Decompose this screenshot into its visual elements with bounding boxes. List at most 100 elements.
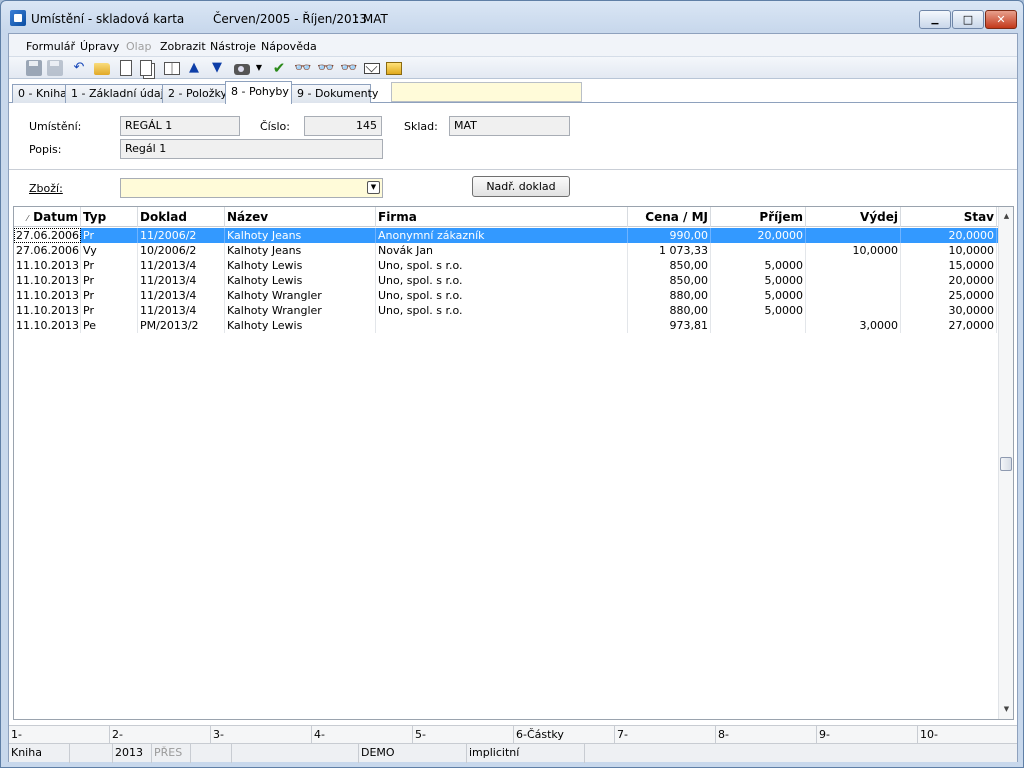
cell-prijem [711, 243, 806, 258]
zbozi-combobox[interactable]: ▼ [120, 178, 383, 198]
sklad-field[interactable]: MAT [449, 116, 570, 136]
copy-icon[interactable] [140, 60, 152, 76]
fkey-5[interactable]: 5- [413, 726, 514, 744]
new-document-icon[interactable] [120, 60, 132, 76]
table-row[interactable]: 11.10.2013 Pr 11/2013/4 Kalhoty Lewis Uno, s… [14, 258, 998, 273]
cell-vydej [806, 273, 901, 288]
table-row[interactable]: 11.10.2013 Pr 11/2013/4 Kalhoty Lewis Uno, s… [14, 273, 998, 288]
zbozi-label: Zboží: [29, 182, 63, 195]
tab-pohyby[interactable]: 8 - Pohyby [225, 81, 292, 104]
tab-kniha[interactable]: 0 - Kniha [12, 84, 67, 103]
status-empty-1 [70, 744, 113, 763]
fkey-9[interactable]: 9- [817, 726, 918, 744]
arrow-up-icon[interactable]: ▲ [186, 60, 202, 76]
status-profile: implicitní [467, 744, 585, 763]
tab-quick-input[interactable] [391, 82, 582, 102]
menu-bar: Formulář Úpravy Olap Zobrazit Nástroje N… [9, 34, 1017, 57]
camera-icon[interactable] [234, 64, 250, 75]
scroll-up-icon[interactable]: ▲ [999, 209, 1013, 224]
cell-doklad: 11/2013/4 [138, 258, 225, 273]
book-icon[interactable] [164, 62, 180, 75]
binoculars-prev-icon[interactable]: 👓 [340, 60, 357, 76]
fkey-3[interactable]: 3- [211, 726, 312, 744]
cislo-field[interactable]: 145 [304, 116, 382, 136]
tab-dokumenty[interactable]: 9 - Dokumenty [291, 84, 378, 103]
status-year: 2013 [113, 744, 152, 763]
cell-cena: 880,00 [628, 303, 711, 318]
menu-olap[interactable]: Olap [126, 40, 151, 53]
column-header-vydej[interactable]: Výdej [806, 207, 901, 227]
maximize-button[interactable]: □ [952, 10, 984, 29]
binoculars-next-icon[interactable]: 👓 [317, 60, 334, 76]
menu-nastroje[interactable]: Nástroje [210, 40, 256, 53]
cell-stav: 10,0000 [901, 243, 997, 258]
scroll-thumb[interactable] [1000, 457, 1012, 471]
arrow-down-icon[interactable]: ▼ [209, 60, 225, 76]
save-all-icon[interactable] [47, 60, 63, 76]
cell-cena: 850,00 [628, 273, 711, 288]
cell-stav: 30,0000 [901, 303, 997, 318]
cell-nazev: Kalhoty Wrangler [225, 288, 376, 303]
scroll-down-icon[interactable]: ▼ [999, 702, 1013, 717]
column-header-typ[interactable]: Typ [81, 207, 138, 227]
vertical-scrollbar[interactable]: ▲ ▼ [998, 207, 1013, 719]
window-title: Umístění - skladová karta [31, 12, 185, 26]
binoculars-icon[interactable]: 👓 [294, 60, 311, 76]
column-header-cena[interactable]: Cena / MJ [628, 207, 711, 227]
tab-polozky[interactable]: 2 - Položky [162, 84, 227, 103]
column-header-datum[interactable]: ⁄ Datum [14, 207, 81, 227]
menu-upravy[interactable]: Úpravy [80, 40, 119, 53]
fkey-2[interactable]: 2- [110, 726, 211, 744]
cell-nazev: Kalhoty Lewis [225, 258, 376, 273]
open-folder-icon[interactable] [94, 63, 110, 75]
cell-typ: Pr [81, 228, 138, 243]
popis-field[interactable]: Regál 1 [120, 139, 383, 159]
cell-typ: Pr [81, 273, 138, 288]
dropdown-arrow-icon[interactable]: ▼ [255, 60, 263, 76]
table-row[interactable]: 11.10.2013 Pr 11/2013/4 Kalhoty Wrangler Uno… [14, 288, 998, 303]
mail-icon[interactable] [364, 63, 380, 74]
cell-datum: 11.10.2013 [14, 273, 81, 288]
close-button[interactable]: ✕ [985, 10, 1017, 29]
movements-grid: ⁄ Datum Typ Doklad Název Firma Cena / MJ … [13, 206, 1014, 720]
cell-typ: Pr [81, 258, 138, 273]
cell-cena: 973,81 [628, 318, 711, 333]
table-row[interactable]: 11.10.2013 Pe PM/2013/2 Kalhoty Lewis 973,81… [14, 318, 998, 333]
menu-formular[interactable]: Formulář [26, 40, 75, 53]
title-bar[interactable]: Umístění - skladová karta Červen/2005 - … [1, 1, 1023, 33]
table-row[interactable]: 11.10.2013 Pr 11/2013/4 Kalhoty Wrangler Uno… [14, 303, 998, 318]
edit-icon[interactable] [386, 62, 402, 75]
cell-datum: 11.10.2013 [14, 288, 81, 303]
column-header-firma[interactable]: Firma [376, 207, 628, 227]
tab-zakladni-udaje[interactable]: 1 - Základní údaje [65, 84, 170, 103]
menu-napoveda[interactable]: Nápověda [261, 40, 317, 53]
cell-vydej [806, 258, 901, 273]
column-header-stav[interactable]: Stav [901, 207, 997, 227]
cell-datum: 11.10.2013 [14, 303, 81, 318]
combo-dropdown-icon[interactable]: ▼ [367, 181, 380, 194]
fkey-4[interactable]: 4- [312, 726, 413, 744]
table-row[interactable]: 27.06.2006 Pr 11/2006/2 Kalhoty Jeans Anonym… [14, 228, 998, 243]
status-bar: Kniha 2013 PŘES DEMO implicitní [9, 743, 1017, 763]
cell-stav: 15,0000 [901, 258, 997, 273]
nadr-doklad-button[interactable]: Nadř. doklad [472, 176, 570, 197]
column-header-nazev[interactable]: Název [225, 207, 376, 227]
undo-icon[interactable]: ↶ [71, 60, 87, 76]
column-header-doklad[interactable]: Doklad [138, 207, 225, 227]
umisteni-field[interactable]: REGÁL 1 [120, 116, 240, 136]
save-icon[interactable] [26, 60, 42, 76]
fkey-7[interactable]: 7- [615, 726, 716, 744]
fkey-6[interactable]: 6-Částky [514, 726, 615, 744]
fkey-1[interactable]: 1- [9, 726, 110, 744]
table-row[interactable]: 27.06.2006 Vy 10/2006/2 Kalhoty Jeans Novák … [14, 243, 998, 258]
fkey-8[interactable]: 8- [716, 726, 817, 744]
cell-stav: 20,0000 [901, 228, 997, 243]
column-header-prijem[interactable]: Příjem [711, 207, 806, 227]
minimize-button[interactable]: ▁ [919, 10, 951, 29]
filter-icon[interactable]: ✔ [271, 60, 287, 76]
status-module: Kniha [9, 744, 70, 763]
menu-zobrazit[interactable]: Zobrazit [160, 40, 206, 53]
cislo-label: Číslo: [260, 120, 290, 133]
cell-prijem: 20,0000 [711, 228, 806, 243]
fkey-10[interactable]: 10- [918, 726, 1017, 744]
